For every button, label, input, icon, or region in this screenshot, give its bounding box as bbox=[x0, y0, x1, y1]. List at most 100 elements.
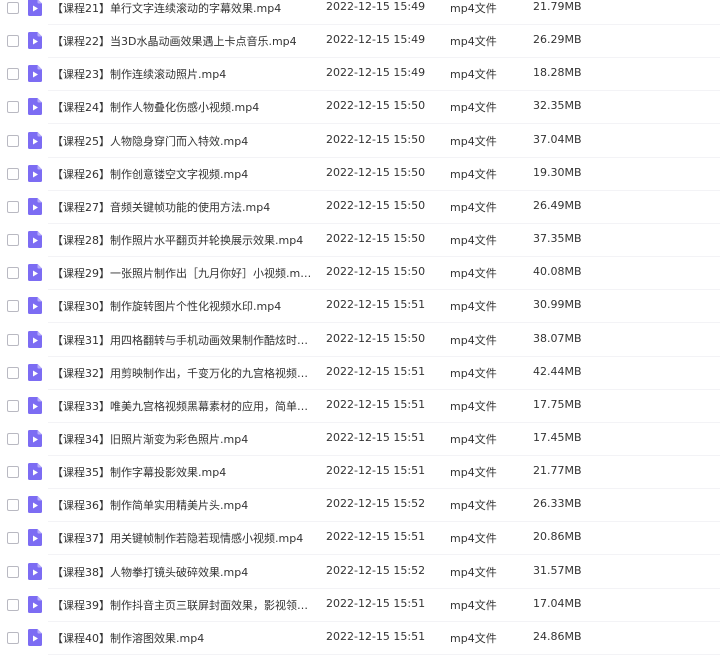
checkbox-icon[interactable] bbox=[7, 167, 19, 180]
file-name[interactable]: 【课程33】唯美九宫格视频黑幕素材的应用，简单实.mp4 bbox=[52, 398, 312, 414]
file-row[interactable]: 【课程30】制作旋转图片个性化视频水印.mp4 2022-12-15 15:51 m… bbox=[0, 290, 720, 324]
file-name[interactable]: 【课程23】制作连续滚动照片.mp4 bbox=[52, 66, 312, 82]
file-name[interactable]: 【课程39】制作抖音主页三联屏封面效果，影视领域作者... bbox=[52, 597, 312, 613]
file-type: mp4文件 bbox=[450, 399, 497, 413]
video-file-icon bbox=[28, 562, 42, 580]
file-name[interactable]: 【课程32】用剪映制作出，千变万化的九宫格视频黑幕素... bbox=[52, 365, 312, 381]
video-file-icon bbox=[28, 529, 42, 547]
file-modified-date: 2022-12-15 15:50 bbox=[326, 265, 426, 279]
file-row[interactable]: 【课程22】当3D水晶动画效果遇上卡点音乐.mp4 2022-12-15 15:4… bbox=[0, 25, 720, 59]
video-file-icon bbox=[28, 363, 42, 381]
file-type: mp4文件 bbox=[450, 432, 497, 446]
file-name[interactable]: 【课程38】人物拳打镜头破碎效果.mp4 bbox=[52, 564, 312, 580]
checkbox-icon[interactable] bbox=[7, 200, 19, 213]
checkbox-icon[interactable] bbox=[7, 267, 19, 280]
file-modified-date: 2022-12-15 15:51 bbox=[326, 530, 426, 544]
checkbox-icon[interactable] bbox=[7, 234, 19, 247]
checkbox-icon[interactable] bbox=[7, 399, 19, 412]
file-row[interactable]: 【课程21】单行文字连续滚动的字幕效果.mp4 2022-12-15 15:49 m… bbox=[0, 0, 720, 25]
file-size: 18.28MB bbox=[533, 66, 582, 80]
video-file-icon bbox=[28, 429, 42, 447]
file-modified-date: 2022-12-15 15:51 bbox=[326, 629, 426, 643]
file-name[interactable]: 【课程27】音频关键帧功能的使用方法.mp4 bbox=[52, 199, 312, 215]
checkbox-icon[interactable] bbox=[7, 432, 19, 445]
file-type: mp4文件 bbox=[450, 598, 497, 612]
checkbox-icon[interactable] bbox=[7, 101, 19, 114]
checkbox-icon[interactable] bbox=[7, 466, 19, 479]
file-row[interactable]: 【课程33】唯美九宫格视频黑幕素材的应用，简单实.mp4 2022-12-15 1… bbox=[0, 390, 720, 423]
file-row[interactable]: 【课程26】制作创意镂空文字视频.mp4 2022-12-15 15:50 mp4文… bbox=[0, 158, 720, 191]
file-row[interactable]: 【课程25】人物隐身穿门而入特效.mp4 2022-12-15 15:50 mp4文… bbox=[0, 125, 720, 158]
file-name[interactable]: 【课程21】单行文字连续滚动的字幕效果.mp4 bbox=[52, 0, 312, 16]
video-file-icon bbox=[28, 628, 42, 646]
file-size: 26.33MB bbox=[533, 497, 582, 511]
checkbox-icon[interactable] bbox=[7, 300, 19, 313]
checkbox-icon[interactable] bbox=[7, 2, 19, 14]
file-row[interactable]: 【课程35】制作字幕投影效果.mp4 2022-12-15 15:51 mp4文件 2… bbox=[0, 456, 720, 490]
file-name[interactable]: 【课程35】制作字幕投影效果.mp4 bbox=[52, 464, 312, 480]
video-file-icon bbox=[28, 231, 42, 249]
file-type: mp4文件 bbox=[450, 532, 497, 546]
file-name[interactable]: 【课程30】制作旋转图片个性化视频水印.mp4 bbox=[52, 298, 312, 314]
file-type: mp4文件 bbox=[450, 134, 497, 148]
file-size: 19.30MB bbox=[533, 165, 582, 179]
file-row[interactable]: 【课程37】用关键帧制作若隐若现情感小视频.mp4 2022-12-15 15:5… bbox=[0, 522, 720, 556]
file-row[interactable]: 【课程40】制作溶图效果.mp4 2022-12-15 15:51 mp4文件 24.… bbox=[0, 622, 720, 655]
file-modified-date: 2022-12-15 15:50 bbox=[326, 132, 426, 146]
file-size: 37.35MB bbox=[533, 232, 582, 246]
checkbox-icon[interactable] bbox=[7, 333, 19, 346]
file-modified-date: 2022-12-15 15:50 bbox=[326, 198, 426, 212]
file-name[interactable]: 【课程22】当3D水晶动画效果遇上卡点音乐.mp4 bbox=[52, 33, 312, 49]
file-name[interactable]: 【课程34】旧照片渐变为彩色照片.mp4 bbox=[52, 431, 312, 447]
file-name[interactable]: 【课程28】制作照片水平翻页并轮换展示效果.mp4 bbox=[52, 232, 312, 248]
file-modified-date: 2022-12-15 15:51 bbox=[326, 596, 426, 610]
video-file-icon bbox=[28, 164, 42, 182]
video-file-icon bbox=[28, 496, 42, 514]
file-name[interactable]: 【课程31】用四格翻转与手机动画效果制作酷炫时尚视频... bbox=[52, 332, 312, 348]
file-row[interactable]: 【课程29】一张照片制作出［九月你好］小视频.mp4 2022-12-15 15:… bbox=[0, 257, 720, 291]
file-row[interactable]: 【课程27】音频关键帧功能的使用方法.mp4 2022-12-15 15:50 mp… bbox=[0, 191, 720, 224]
file-row[interactable]: 【课程24】制作人物叠化伤感小视频.mp4 2022-12-15 15:50 mp4… bbox=[0, 91, 720, 125]
video-file-icon bbox=[28, 197, 42, 215]
file-modified-date: 2022-12-15 15:49 bbox=[326, 0, 426, 13]
file-name[interactable]: 【课程36】制作简单实用精美片头.mp4 bbox=[52, 497, 312, 513]
file-row[interactable]: 【课程36】制作简单实用精美片头.mp4 2022-12-15 15:52 mp4文… bbox=[0, 489, 720, 523]
checkbox-icon[interactable] bbox=[7, 499, 19, 512]
file-row[interactable]: 【课程32】用剪映制作出，千变万化的九宫格视频黑幕素... 2022-12-15 … bbox=[0, 357, 720, 390]
file-name[interactable]: 【课程25】人物隐身穿门而入特效.mp4 bbox=[52, 133, 312, 149]
video-file-icon bbox=[28, 264, 42, 282]
video-file-icon bbox=[28, 595, 42, 613]
checkbox-icon[interactable] bbox=[7, 366, 19, 379]
file-name[interactable]: 【课程26】制作创意镂空文字视频.mp4 bbox=[52, 166, 312, 182]
file-name[interactable]: 【课程40】制作溶图效果.mp4 bbox=[52, 630, 312, 646]
file-row[interactable]: 【课程23】制作连续滚动照片.mp4 2022-12-15 15:49 mp4文件 1… bbox=[0, 58, 720, 92]
checkbox-icon[interactable] bbox=[7, 68, 19, 81]
checkbox-icon[interactable] bbox=[7, 565, 19, 578]
checkbox-icon[interactable] bbox=[7, 35, 19, 48]
file-name[interactable]: 【课程24】制作人物叠化伤感小视频.mp4 bbox=[52, 99, 312, 115]
checkbox-icon[interactable] bbox=[7, 631, 19, 644]
file-row[interactable]: 【课程39】制作抖音主页三联屏封面效果，影视领域作者... 2022-12-15 … bbox=[0, 589, 720, 622]
file-type: mp4文件 bbox=[450, 499, 497, 513]
file-size: 37.04MB bbox=[533, 132, 582, 146]
file-row[interactable]: 【课程34】旧照片渐变为彩色照片.mp4 2022-12-15 15:51 mp4文… bbox=[0, 423, 720, 456]
file-size: 24.86MB bbox=[533, 629, 582, 643]
file-modified-date: 2022-12-15 15:49 bbox=[326, 33, 426, 47]
file-row[interactable]: 【课程31】用四格翻转与手机动画效果制作酷炫时尚视频... 2022-12-15 … bbox=[0, 324, 720, 357]
file-name[interactable]: 【课程29】一张照片制作出［九月你好］小视频.mp4 bbox=[52, 265, 312, 281]
file-name[interactable]: 【课程37】用关键帧制作若隐若现情感小视频.mp4 bbox=[52, 530, 312, 546]
video-file-icon bbox=[28, 0, 42, 16]
video-file-icon bbox=[28, 330, 42, 348]
checkbox-icon[interactable] bbox=[7, 598, 19, 611]
file-modified-date: 2022-12-15 15:51 bbox=[326, 298, 426, 312]
file-row[interactable]: 【课程38】人物拳打镜头破碎效果.mp4 2022-12-15 15:52 mp4文… bbox=[0, 556, 720, 589]
file-size: 26.49MB bbox=[533, 198, 582, 212]
checkbox-icon[interactable] bbox=[7, 134, 19, 147]
file-size: 21.77MB bbox=[533, 464, 582, 478]
file-type: mp4文件 bbox=[450, 2, 497, 15]
checkbox-icon[interactable] bbox=[7, 532, 19, 545]
file-type: mp4文件 bbox=[450, 267, 497, 281]
file-modified-date: 2022-12-15 15:50 bbox=[326, 165, 426, 179]
file-row[interactable]: 【课程28】制作照片水平翻页并轮换展示效果.mp4 2022-12-15 15:5… bbox=[0, 224, 720, 258]
video-file-icon bbox=[28, 297, 42, 315]
